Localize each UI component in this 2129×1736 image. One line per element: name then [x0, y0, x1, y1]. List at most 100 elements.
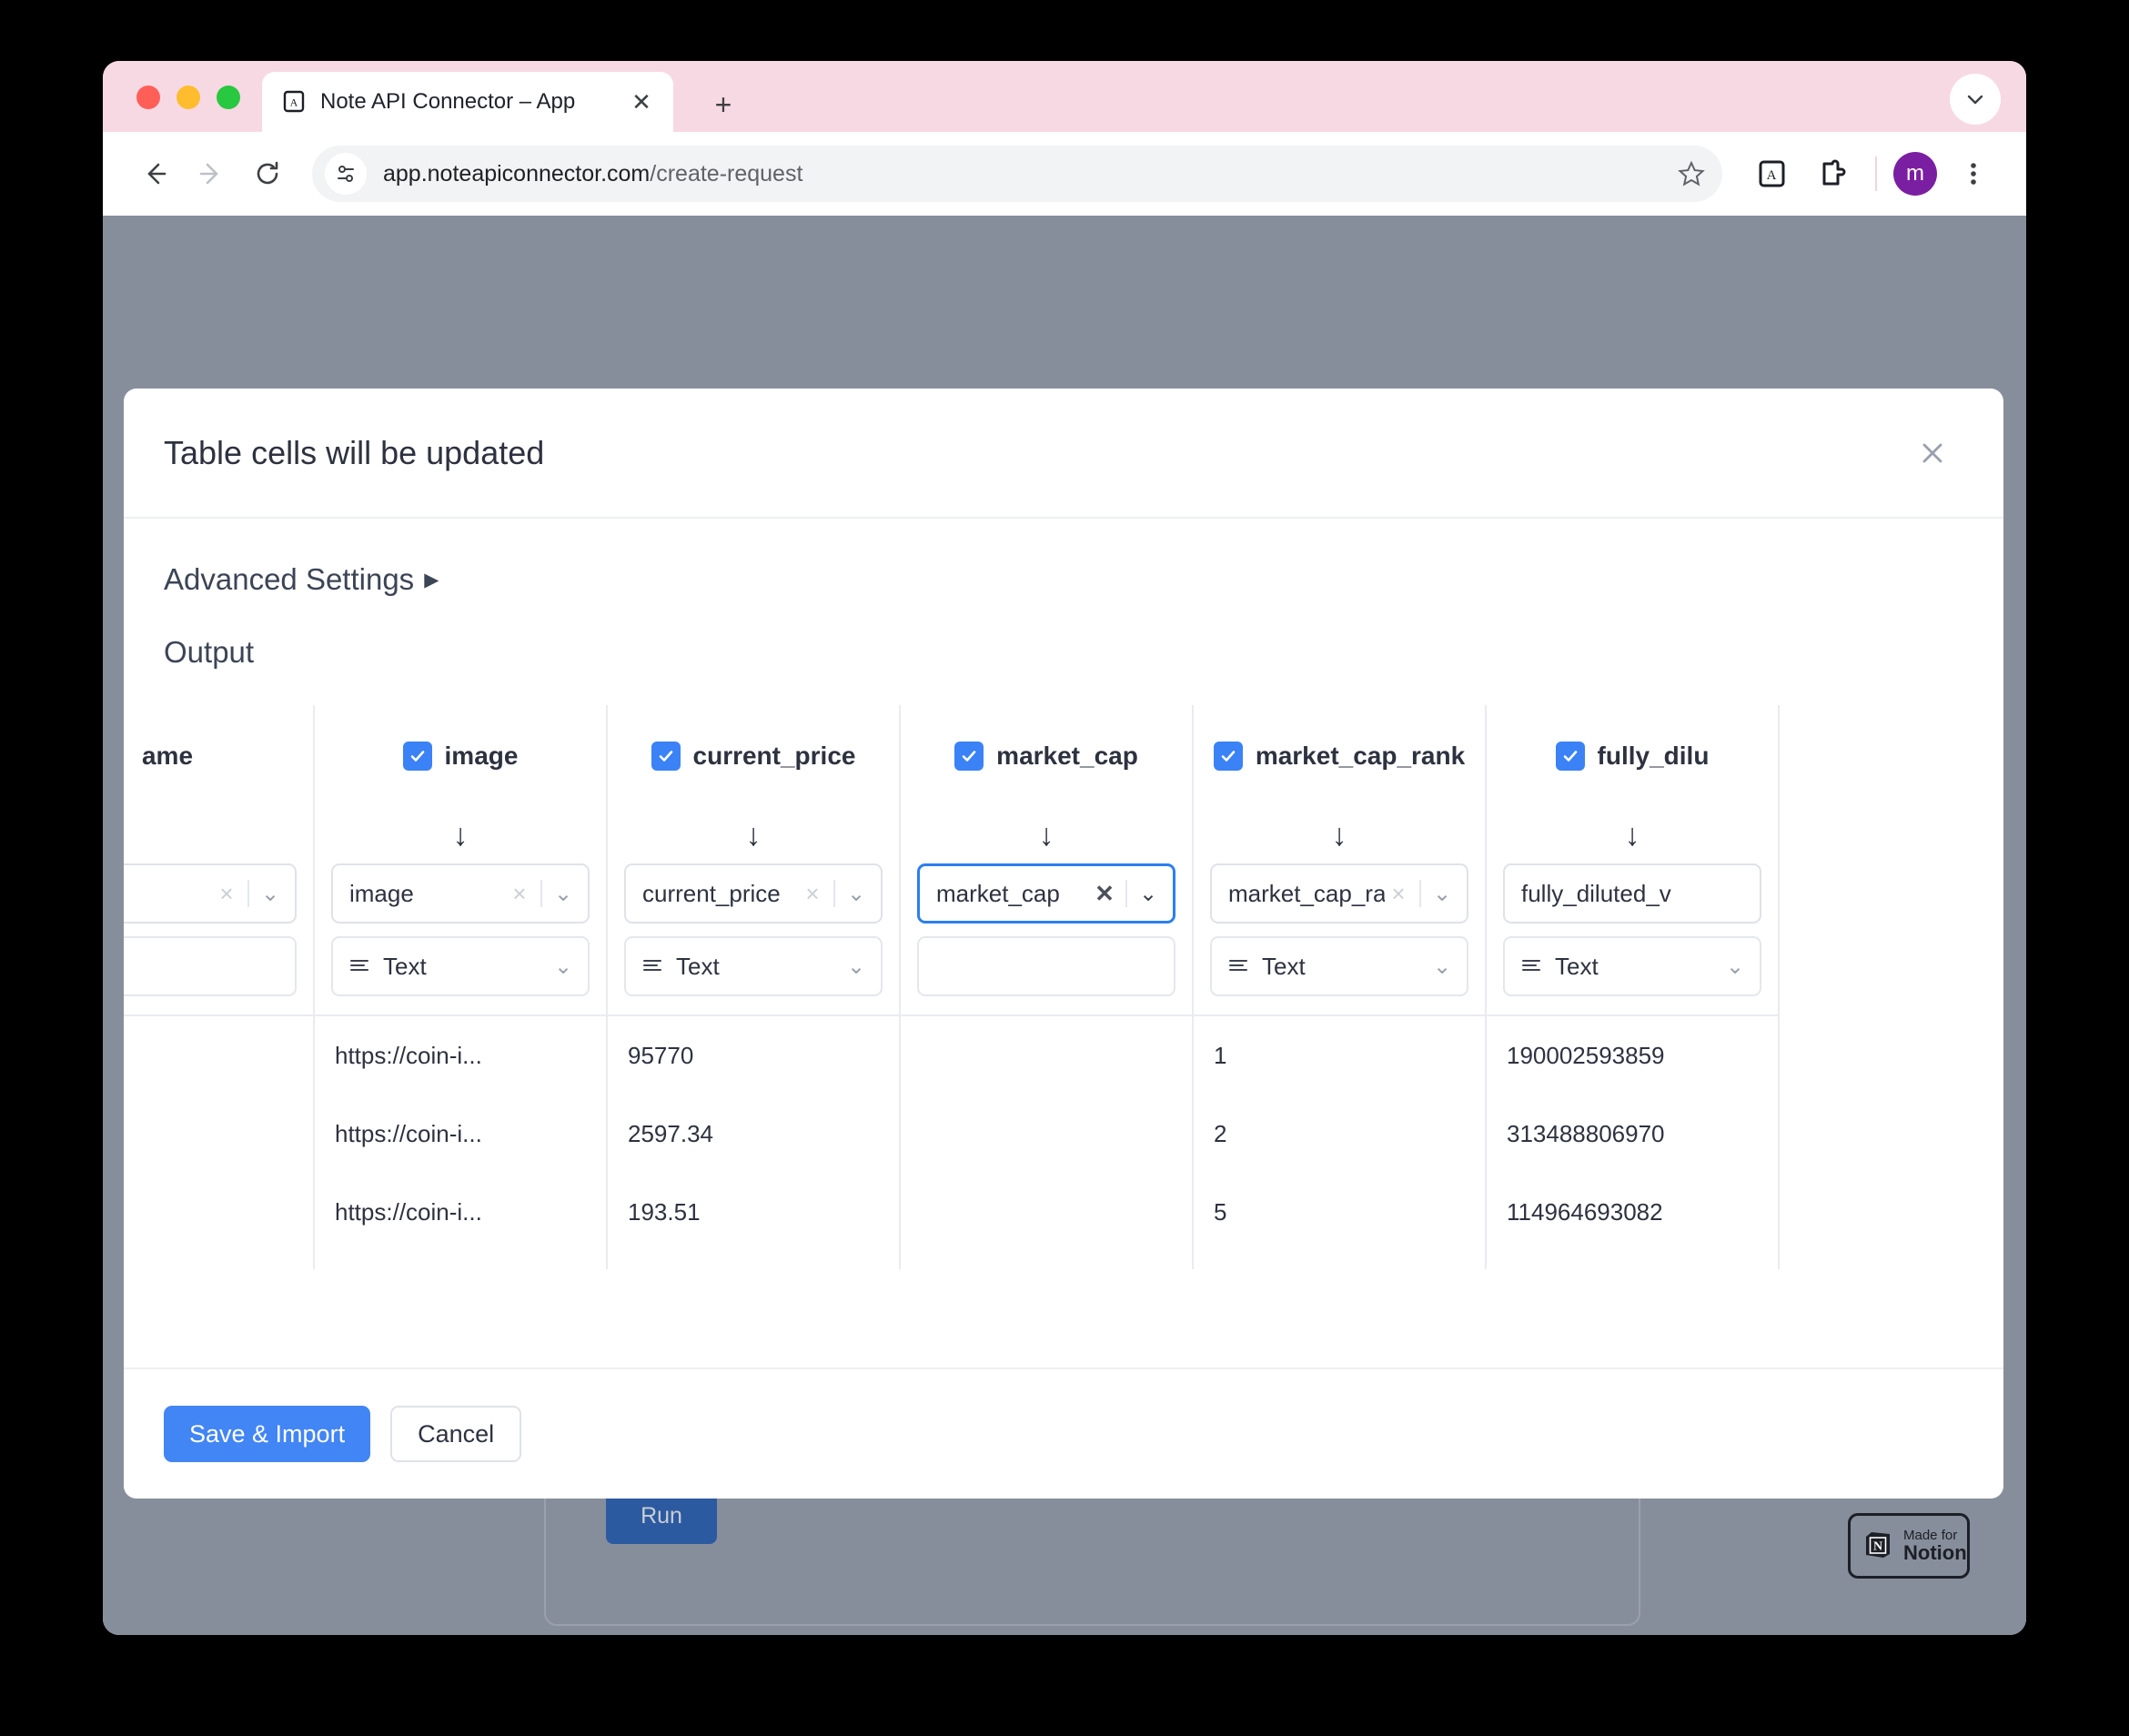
column-header: fully_dilu: [1487, 705, 1778, 807]
field-type-select[interactable]: [917, 936, 1175, 996]
mapping-column: image ↓ image × ⌄ Text ⌄ https://coin-i... https…: [315, 705, 608, 1269]
column-checkbox[interactable]: [651, 742, 681, 771]
window-controls: [136, 86, 240, 109]
site-settings-icon[interactable]: [325, 153, 367, 195]
column-header: current_price: [608, 705, 899, 807]
field-select[interactable]: current_price × ⌄: [624, 863, 883, 924]
field-select[interactable]: fully_diluted_v: [1503, 863, 1761, 924]
table-cell: 5: [1214, 1197, 1227, 1226]
field-type-select[interactable]: Text ⌄: [1210, 936, 1468, 996]
arrow-down-icon: ↓: [452, 817, 469, 853]
chevron-down-icon[interactable]: [1950, 74, 2001, 125]
text-lines-icon: [344, 954, 375, 978]
chevron-down-icon[interactable]: ⌄: [1428, 881, 1456, 907]
clear-field-icon[interactable]: ×: [213, 880, 240, 908]
clear-field-icon[interactable]: ×: [506, 880, 533, 908]
mapping-column: current_price ↓ current_price × ⌄ Text ⌄ 95770 2…: [608, 705, 901, 1269]
text-lines-icon: [1516, 954, 1547, 978]
column-header-label: ame: [141, 742, 194, 770]
text-lines-icon: [1223, 954, 1254, 978]
puzzle-piece-icon[interactable]: [1808, 148, 1859, 199]
toolbar-divider: [1875, 156, 1877, 191]
arrow-down-icon: ↓: [745, 817, 762, 853]
chevron-down-icon[interactable]: ⌄: [843, 954, 870, 980]
chevron-down-icon[interactable]: ⌄: [1135, 881, 1162, 907]
cancel-button[interactable]: Cancel: [390, 1406, 522, 1462]
chevron-down-icon[interactable]: ⌄: [1428, 954, 1456, 980]
save-and-import-button[interactable]: Save & Import: [164, 1406, 371, 1462]
output-mapping-table: ame×⌄nnimage↓image×⌄Text⌄https://coin-i.…: [124, 705, 2003, 1269]
field-type-select[interactable]: Text ⌄: [1503, 936, 1761, 996]
table-cell: [124, 1016, 313, 1095]
column-header-label: market_cap: [996, 742, 1138, 770]
arrow-right-icon[interactable]: [183, 146, 239, 202]
caret-right-icon: ▶: [424, 569, 439, 590]
arrow-down-icon: ↓: [1624, 817, 1640, 853]
column-checkbox[interactable]: [954, 742, 984, 771]
page-viewport: Run N Made for Notion Table cells will b…: [103, 216, 2026, 1635]
field-type-label: Text: [1555, 952, 1599, 980]
table-cell: 2: [1214, 1119, 1227, 1147]
browser-toolbar: app.noteapiconnector.com/create-request …: [103, 132, 2026, 216]
close-icon[interactable]: [1911, 431, 1954, 475]
notion-api-icon: A: [280, 88, 308, 116]
minimize-window-button[interactable]: [177, 86, 200, 109]
browser-tab[interactable]: A Note API Connector – App ✕: [262, 72, 673, 132]
browser-window: A Note API Connector – App ✕ + app.notea…: [103, 61, 2026, 1635]
field-select[interactable]: market_cap ✕ ⌄: [917, 863, 1175, 924]
column-checkbox[interactable]: [1555, 742, 1585, 771]
table-cell: [901, 1173, 1192, 1251]
field-select[interactable]: image × ⌄: [331, 863, 590, 924]
notion-badge-line2: Notion: [1903, 1541, 1967, 1565]
arrow-left-icon[interactable]: [126, 146, 183, 202]
mapping-column: ame×⌄nn: [124, 705, 315, 1269]
column-cells: nn: [124, 1014, 313, 1269]
address-bar[interactable]: app.noteapiconnector.com/create-request: [312, 146, 1722, 202]
field-type-select[interactable]: Text ⌄: [624, 936, 883, 996]
field-type-label: Text: [676, 952, 720, 980]
table-cell: https://coin-i: [315, 1251, 606, 1269]
field-type-select[interactable]: [124, 936, 297, 996]
maximize-window-button[interactable]: [217, 86, 240, 109]
field-select[interactable]: market_cap_rank× ⌄: [1210, 863, 1468, 924]
select-divider: [833, 880, 835, 907]
three-dot-menu-icon[interactable]: [1948, 148, 1999, 199]
column-header-label: fully_dilu: [1597, 742, 1710, 770]
column-header-label: image: [444, 742, 519, 770]
url-text[interactable]: app.noteapiconnector.com/create-request: [367, 161, 1668, 187]
chevron-down-icon[interactable]: ⌄: [257, 881, 284, 907]
chevron-down-icon[interactable]: ⌄: [1721, 954, 1749, 980]
column-checkbox[interactable]: [402, 742, 432, 771]
plus-icon[interactable]: +: [705, 86, 742, 123]
text-lines-icon: [637, 954, 668, 978]
field-select[interactable]: × ⌄: [124, 863, 297, 924]
field-type-select[interactable]: Text ⌄: [331, 936, 590, 996]
field-select-value: market_cap_rank: [1228, 879, 1385, 907]
clear-field-icon[interactable]: ×: [799, 880, 826, 908]
update-cells-modal: Table cells will be updated Advanced Set…: [124, 389, 2003, 1499]
column-header: ame: [124, 705, 313, 807]
chevron-down-icon[interactable]: ⌄: [843, 881, 870, 907]
clear-field-icon[interactable]: ✕: [1091, 880, 1118, 908]
advanced-settings-toggle[interactable]: Advanced Settings ▶: [164, 562, 439, 597]
close-icon[interactable]: ✕: [628, 88, 655, 116]
chevron-down-icon[interactable]: ⌄: [550, 954, 577, 980]
arrow-down-icon: [124, 807, 313, 863]
note-api-connector-extension-icon[interactable]: A: [1746, 148, 1797, 199]
table-cell: 8: [1194, 1251, 1485, 1269]
avatar[interactable]: m: [1893, 152, 1937, 196]
column-checkbox[interactable]: [1213, 742, 1243, 771]
table-cell: 0.247842: [608, 1251, 899, 1269]
reload-icon[interactable]: [239, 146, 296, 202]
clear-field-icon[interactable]: ×: [1385, 880, 1412, 908]
table-cell: https://coin-i...: [335, 1197, 482, 1226]
star-icon[interactable]: [1668, 150, 1715, 197]
tab-title: Note API Connector – App: [320, 89, 576, 114]
table-cell: n: [124, 1251, 313, 1269]
field-select-value: image: [349, 879, 414, 907]
arrow-down-icon: ↓: [1331, 817, 1347, 853]
svg-text:A: A: [290, 96, 298, 109]
made-for-notion-badge: N Made for Notion: [1848, 1513, 1970, 1579]
chevron-down-icon[interactable]: ⌄: [550, 881, 577, 907]
close-window-button[interactable]: [136, 86, 160, 109]
